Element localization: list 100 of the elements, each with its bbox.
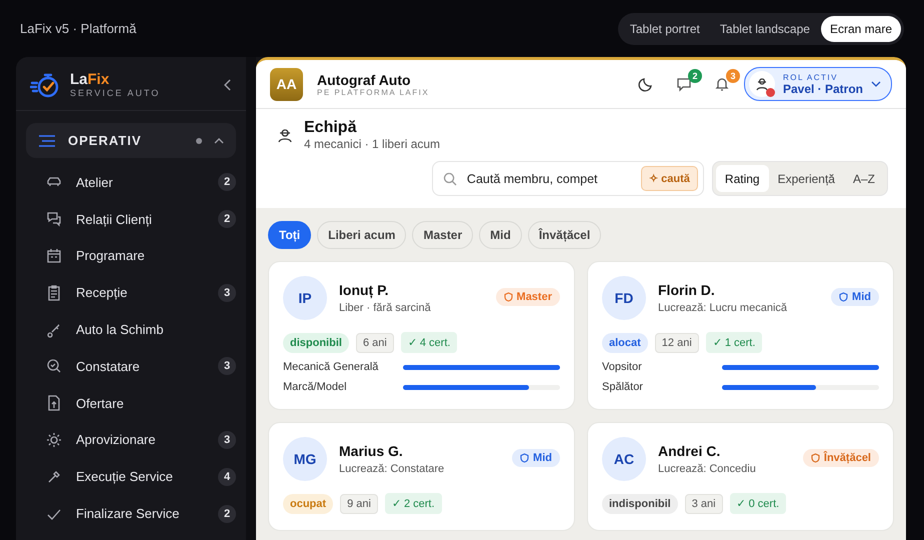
sidebar-item[interactable]: Execuție Service 4 xyxy=(16,458,246,496)
sort-tab[interactable]: A–Z xyxy=(844,165,884,192)
member-activity: Lucrează: Constatare xyxy=(339,463,446,475)
page-subtitle: 4 mecanici · 1 liberi acum xyxy=(304,137,440,151)
view-mode-tab[interactable]: Ecran mare xyxy=(820,16,901,42)
chevron-icon xyxy=(214,137,224,144)
status-badge: indisponibil xyxy=(602,494,678,514)
brand-name: LaFix xyxy=(70,71,110,88)
status-badge: alocat xyxy=(602,332,648,352)
member-avatar: IP xyxy=(283,276,327,320)
count-badge: 3 xyxy=(218,357,236,376)
sidebar-item[interactable]: Ofertare xyxy=(16,384,246,422)
sidebar-item[interactable]: Auto la Schimb xyxy=(16,311,246,348)
app-title: LaFix v5 · Platformă xyxy=(20,21,136,36)
experience-badge: 9 ani xyxy=(340,494,378,514)
certification-badge: ✓ 4 cert. xyxy=(400,332,458,353)
status-badge: disponibil xyxy=(283,332,349,352)
sort-tab[interactable]: Experiență xyxy=(768,165,844,192)
chat-icon[interactable] xyxy=(676,76,692,92)
experience-badge: 12 ani xyxy=(654,332,699,352)
section-header[interactable]: OPERATIV xyxy=(26,123,236,158)
member-card[interactable]: MG Marius G. Lucrează: Constatare Mid ocupat 9 ani ✓ 2 cert. xyxy=(268,422,575,531)
company-name: Autograf Auto xyxy=(317,72,412,88)
member-name: Marius G. xyxy=(339,443,404,459)
experience-badge: 6 ani xyxy=(356,332,394,352)
skill-label: Marcă/Model xyxy=(283,381,348,393)
member-activity: Lucrează: Lucru mecanică xyxy=(658,302,788,314)
skill-label: Mecanică Generală xyxy=(283,361,380,373)
count-badge: 3 xyxy=(218,430,236,449)
company-logo: AA xyxy=(270,68,303,100)
sidebar-item[interactable]: Finalizare Service 2 xyxy=(16,495,246,532)
sidebar-item[interactable]: Programare xyxy=(16,238,246,274)
tier-badge: Mid xyxy=(831,288,879,306)
calendar-icon xyxy=(46,248,62,264)
certification-badge: ✓ 0 cert. xyxy=(730,493,786,514)
sidebar-item[interactable]: Aprovizionare 3 xyxy=(16,422,246,458)
moon-icon[interactable] xyxy=(638,76,654,92)
shield-icon xyxy=(839,292,848,302)
bell-icon[interactable] xyxy=(714,76,730,92)
sidebar-item[interactable]: Atelier 2 xyxy=(16,164,246,201)
certification-badge: ✓ 1 cert. xyxy=(706,332,762,353)
role-selector[interactable]: ROL ACTIV Pavel · Patron xyxy=(744,67,892,101)
skill-label: Spălător xyxy=(602,381,644,393)
stopwatch-icon xyxy=(30,72,60,98)
member-name: Andrei C. xyxy=(658,443,722,459)
company-subtitle: PE PLATFORMA LAFIX xyxy=(317,88,430,96)
notification-badge: 3 xyxy=(726,69,740,83)
tier-badge: Master xyxy=(496,288,560,306)
count-badge: 4 xyxy=(218,468,236,486)
filter-chip[interactable]: Liberi acum xyxy=(317,221,406,249)
member-name: Ionuț P. xyxy=(339,282,390,298)
page-title: Echipă xyxy=(304,119,358,137)
file-icon xyxy=(46,395,62,412)
collapse-chevron-icon[interactable] xyxy=(224,78,232,90)
status-badge: ocupat xyxy=(283,494,334,514)
ai-search-button[interactable]: ✧ caută xyxy=(641,166,698,191)
member-avatar: MG xyxy=(283,437,327,481)
person-icon xyxy=(754,77,769,91)
sidebar-item[interactable]: Constatare 3 xyxy=(16,348,246,385)
shield-icon xyxy=(520,453,530,463)
member-name: Florin D. xyxy=(658,282,716,298)
tier-badge: Învățăcel xyxy=(802,449,879,467)
filter-chip[interactable]: Învățăcel xyxy=(528,221,602,249)
member-card[interactable]: AC Andrei C. Lucrează: Concediu Învățăcel indisponibil 3 ani ✓ 0 cert. xyxy=(587,422,894,531)
member-avatar: AC xyxy=(602,437,646,481)
chevron-down-icon xyxy=(871,81,881,87)
sidebar-item[interactable]: Relații Clienți 2 xyxy=(16,200,246,238)
search-field[interactable]: Caută membru, compet ✧ caută xyxy=(432,161,704,196)
list-icon xyxy=(38,134,56,148)
view-mode-tab[interactable]: Tablet portret xyxy=(620,16,709,42)
brand-tagline: SERVICE AUTO xyxy=(70,88,162,98)
experience-badge: 3 ani xyxy=(684,494,723,514)
member-avatar: FD xyxy=(602,276,646,320)
count-badge: 2 xyxy=(218,173,236,192)
filter-chip[interactable]: Master xyxy=(412,221,474,249)
clipboard-icon xyxy=(46,284,62,301)
member-card[interactable]: IP Ionuț P. Liber · fără sarcină Master disponibil 6 ani ✓ 4 cert. Mecanică Generală Marcă/Model xyxy=(268,261,575,410)
certification-badge: ✓ 2 cert. xyxy=(384,493,442,514)
search-icon xyxy=(46,358,62,374)
tier-badge: Mid xyxy=(512,449,560,467)
count-badge: 2 xyxy=(218,210,236,228)
count-badge: 2 xyxy=(218,504,236,523)
filter-chip[interactable]: Mid xyxy=(479,221,522,249)
search-icon xyxy=(442,172,457,186)
skill-label: Vopsitor xyxy=(602,361,643,373)
view-mode-tab[interactable]: Tablet landscape xyxy=(710,16,819,42)
key-icon xyxy=(46,322,62,338)
notification-badge: 2 xyxy=(688,69,702,83)
tool-icon xyxy=(46,468,62,485)
member-activity: Liber · fără sarcină xyxy=(339,302,432,314)
shield-icon xyxy=(504,292,513,302)
filter-chip[interactable]: Toți xyxy=(268,221,312,249)
sidebar-item[interactable]: Recepție 3 xyxy=(16,274,246,312)
member-activity: Lucrează: Concediu xyxy=(658,463,757,475)
count-badge: 3 xyxy=(218,284,236,302)
member-card[interactable]: FD Florin D. Lucrează: Lucru mecanică Mid alocat 12 ani ✓ 1 cert. Vopsitor Spălător xyxy=(587,261,894,410)
chat-icon xyxy=(46,211,62,228)
shield-icon xyxy=(810,453,820,463)
status-dot xyxy=(766,88,775,97)
sort-tab[interactable]: Rating xyxy=(716,165,769,192)
